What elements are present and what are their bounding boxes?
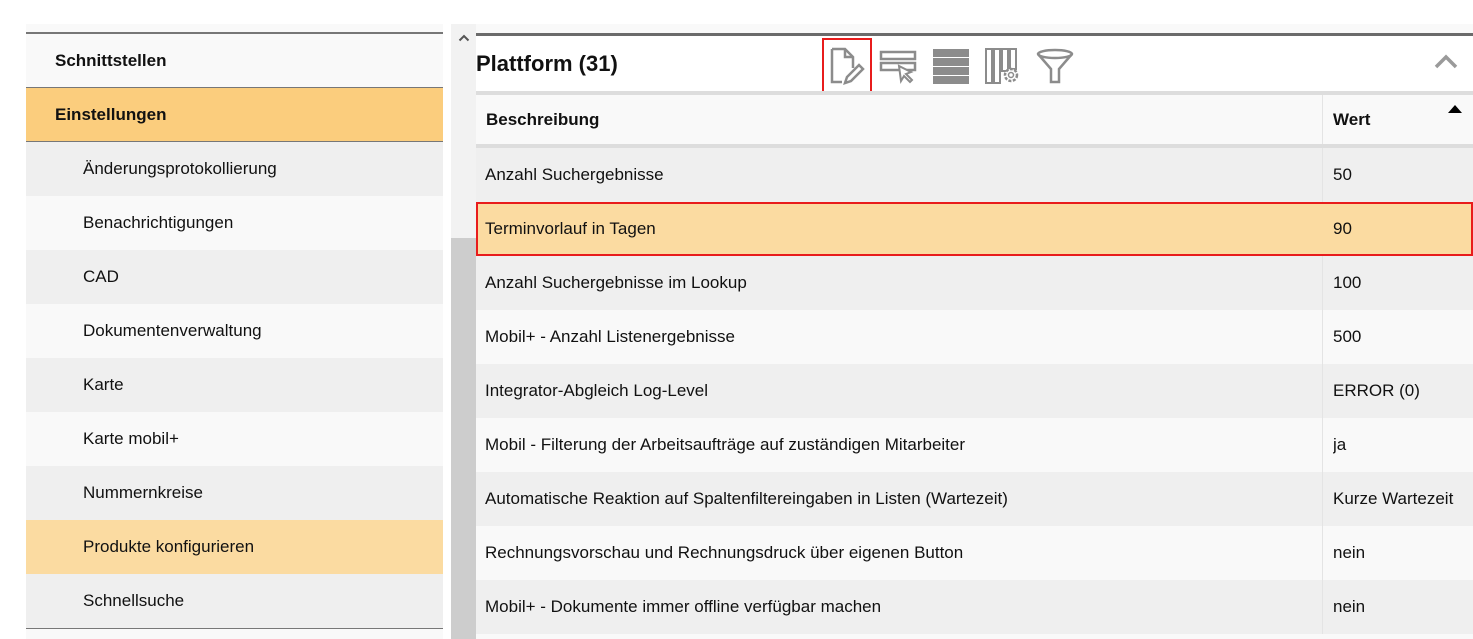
table-header: Beschreibung Wert	[476, 95, 1473, 148]
cell-value-text: 90	[1333, 219, 1352, 238]
column-header-wert[interactable]: Wert	[1322, 95, 1473, 144]
table-row[interactable]: Anzahl Suchergebnisse im Lookup 100	[476, 256, 1473, 310]
cell-description: Integrator-Abgleich Log-Level	[485, 381, 709, 400]
cell-description: Mobil+ - Dokumente immer offline verfügb…	[485, 597, 882, 616]
sidebar-item-nummernkreise[interactable]: Nummernkreise	[26, 466, 443, 520]
sidebar-item-produkte-konfigurieren[interactable]: Produkte konfigurieren	[26, 520, 443, 574]
sidebar-scrollbar[interactable]	[451, 24, 476, 639]
filter-button[interactable]	[1030, 38, 1080, 94]
sidebar-item-dokumentenverwaltung[interactable]: Dokumentenverwaltung	[26, 304, 443, 358]
table-body: Anzahl Suchergebnisse 50 Terminvorlauf in …	[476, 148, 1473, 634]
table-row[interactable]: Mobil - Filterung der Arbeitsaufträge au…	[476, 418, 1473, 472]
sidebar-item-label: Karte mobil+	[83, 429, 179, 448]
sidebar-item-label: Schnellsuche	[83, 591, 185, 610]
cell-value-text: ja	[1333, 435, 1347, 454]
cell-value: 500	[1322, 310, 1473, 364]
toolbar	[822, 38, 1082, 94]
cell-value-text: nein	[1333, 597, 1366, 616]
sidebar-item-label: Karte	[83, 375, 124, 394]
cell-value: 90	[1322, 202, 1473, 256]
cell-value: nein	[1322, 526, 1473, 580]
cell-description: Anzahl Suchergebnisse	[485, 165, 664, 184]
sidebar-section-label: Schnittstellen	[55, 50, 167, 70]
table-row[interactable]: Mobil+ - Dokumente immer offline verfügb…	[476, 580, 1473, 634]
table-row[interactable]: Integrator-Abgleich Log-Level ERROR (0)	[476, 364, 1473, 418]
panel-title: Plattform (31)	[476, 51, 618, 76]
rows-button[interactable]	[926, 38, 976, 94]
cell-value-text: 50	[1333, 165, 1352, 184]
column-settings-button[interactable]	[978, 38, 1028, 94]
chevron-up-icon	[1434, 54, 1458, 69]
edit-document-icon	[830, 47, 865, 85]
sidebar-section-label: Einstellungen	[55, 104, 167, 124]
settings-table: Beschreibung Wert Anzahl Suchergebnisse 5…	[476, 95, 1473, 634]
sidebar-item-label: Benachrichtigungen	[83, 213, 234, 232]
cell-value-text: 500	[1333, 327, 1362, 346]
table-row[interactable]: Rechnungsvorschau und Rechnungsdruck übe…	[476, 526, 1473, 580]
cell-value-text: ERROR (0)	[1333, 381, 1420, 400]
panel-header: Plattform (31)	[476, 33, 1473, 94]
sidebar-item-label: Dokumentenverwaltung	[83, 321, 262, 340]
cell-description: Mobil+ - Anzahl Listenergebnisse	[485, 327, 735, 346]
sidebar-item-label: Produkte konfigurieren	[83, 537, 255, 556]
table-row-selected[interactable]: Terminvorlauf in Tagen 90	[476, 202, 1473, 256]
sidebar-item-benachrichtigungen[interactable]: Benachrichtigungen	[26, 196, 443, 250]
sidebar-item-label: Nummernkreise	[83, 483, 203, 502]
edit-button[interactable]	[822, 38, 872, 94]
sort-ascending-icon	[1448, 105, 1462, 113]
column-header-label: Beschreibung	[486, 109, 600, 129]
cell-value: ja	[1322, 418, 1473, 472]
cell-description: Terminvorlauf in Tagen	[485, 219, 656, 238]
column-header-label: Wert	[1333, 109, 1371, 129]
sidebar-item-karte[interactable]: Karte	[26, 358, 443, 412]
sidebar-section-einstellungen[interactable]: Einstellungen	[26, 88, 443, 142]
select-row-button[interactable]	[874, 38, 924, 94]
settings-panel: Plattform (31) Beschreibung Wert Anzahl …	[476, 24, 1473, 639]
sidebar-top-divider	[26, 24, 443, 34]
cell-value-text: nein	[1333, 543, 1366, 562]
column-settings-icon	[985, 48, 1019, 84]
cell-description: Automatische Reaktion auf Spaltenfiltere…	[485, 489, 1008, 508]
cell-description: Mobil - Filterung der Arbeitsaufträge au…	[485, 435, 966, 454]
list-rows-icon	[933, 49, 969, 84]
cell-description: Rechnungsvorschau und Rechnungsdruck übe…	[485, 543, 964, 562]
column-header-beschreibung[interactable]: Beschreibung	[476, 95, 1322, 144]
filter-icon	[1036, 48, 1074, 84]
cell-value: Kurze Wartezeit	[1322, 472, 1473, 526]
sidebar-item-cad[interactable]: CAD	[26, 250, 443, 304]
collapse-panel-button[interactable]	[1433, 52, 1459, 75]
sidebar-bottom-divider	[26, 628, 443, 629]
cell-value-text: 100	[1333, 273, 1362, 292]
table-row[interactable]: Automatische Reaktion auf Spaltenfiltere…	[476, 472, 1473, 526]
sidebar-item-schnellsuche[interactable]: Schnellsuche	[26, 574, 443, 628]
scrollbar-thumb[interactable]	[451, 238, 476, 639]
select-row-icon	[879, 50, 917, 84]
sidebar-item-label: CAD	[83, 267, 119, 286]
sidebar-section-schnittstellen[interactable]: Schnittstellen	[26, 34, 443, 88]
scroll-up-button[interactable]	[451, 28, 476, 48]
sidebar-item-aenderungsprotokollierung[interactable]: Änderungsprotokollierung	[26, 142, 443, 196]
cell-value: 50	[1322, 148, 1473, 202]
sidebar-item-label: Änderungsprotokollierung	[83, 159, 277, 178]
chevron-up-icon	[458, 34, 469, 42]
cell-value: nein	[1322, 580, 1473, 634]
table-row[interactable]: Anzahl Suchergebnisse 50	[476, 148, 1473, 202]
table-row[interactable]: Mobil+ - Anzahl Listenergebnisse 500	[476, 310, 1473, 364]
sidebar: Schnittstellen Einstellungen Änderungspr…	[26, 24, 443, 639]
cell-value-text: Kurze Wartezeit	[1333, 489, 1454, 508]
cell-value: 100	[1322, 256, 1473, 310]
cell-value: ERROR (0)	[1322, 364, 1473, 418]
sidebar-item-karte-mobil[interactable]: Karte mobil+	[26, 412, 443, 466]
cell-description: Anzahl Suchergebnisse im Lookup	[485, 273, 747, 292]
